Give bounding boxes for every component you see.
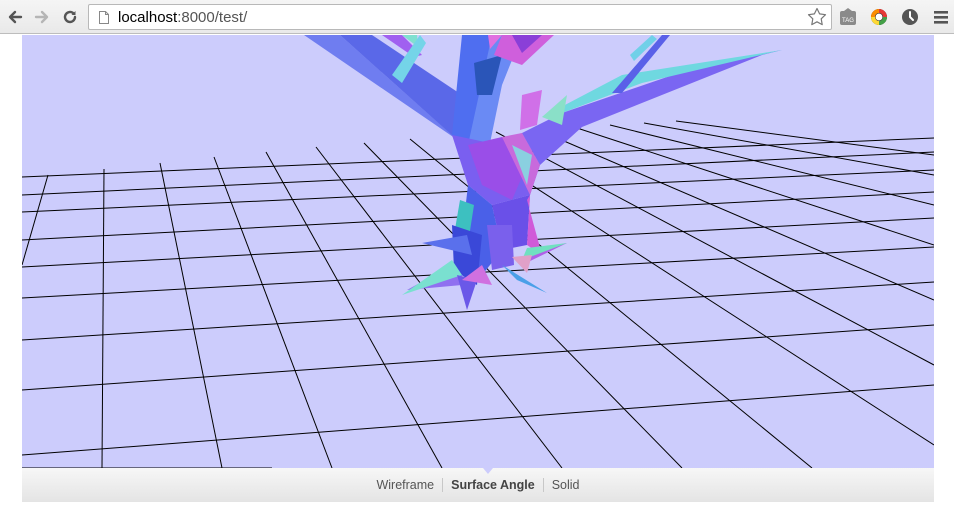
- render-mode-bar: Wireframe Surface Angle Solid: [22, 468, 934, 502]
- clock-extension-icon[interactable]: [900, 7, 920, 27]
- back-arrow-icon[interactable]: [4, 6, 26, 28]
- address-bar[interactable]: localhost:8000/test/: [88, 4, 832, 30]
- tag-extension-icon[interactable]: TAG: [838, 7, 858, 27]
- url-path: :8000/test/: [177, 8, 248, 26]
- page-icon: [99, 10, 109, 24]
- wireframe-mode-button[interactable]: Wireframe: [368, 478, 442, 492]
- color-wheel-extension-icon[interactable]: [869, 7, 889, 27]
- active-mode-pointer: [483, 468, 493, 474]
- forward-arrow-icon[interactable]: [31, 6, 53, 28]
- menu-icon[interactable]: [931, 7, 951, 27]
- solid-mode-button[interactable]: Solid: [544, 478, 588, 492]
- webgl-viewport[interactable]: [22, 35, 934, 468]
- url-host: localhost: [118, 8, 178, 26]
- star-icon[interactable]: [807, 7, 827, 27]
- reload-icon[interactable]: [59, 6, 81, 28]
- browser-toolbar: localhost:8000/test/ TAG: [0, 0, 954, 34]
- surface-angle-mode-button[interactable]: Surface Angle: [443, 478, 543, 492]
- svg-text:TAG: TAG: [842, 18, 854, 24]
